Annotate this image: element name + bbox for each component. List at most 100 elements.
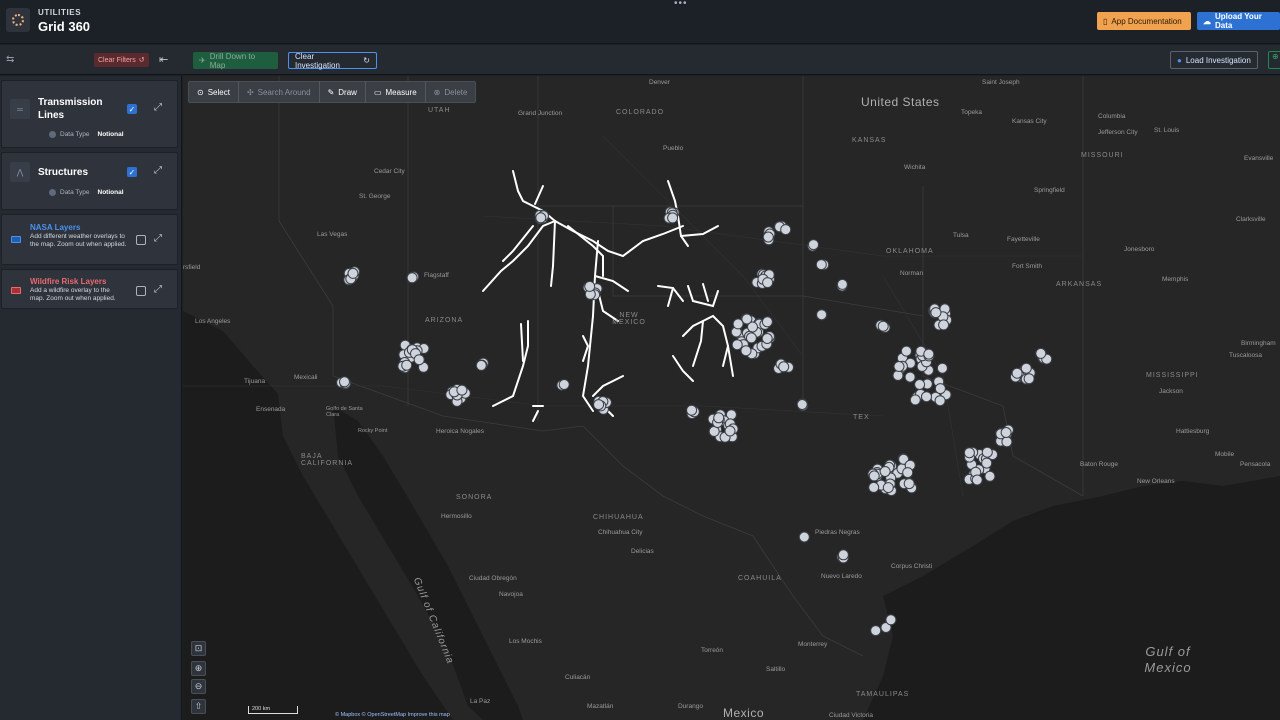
structure-marker-icon[interactable]: [1011, 367, 1023, 379]
save-button[interactable]: ⊕: [1268, 51, 1280, 69]
structure-marker-icon[interactable]: [667, 212, 679, 224]
structure-marker-icon[interactable]: [1001, 436, 1013, 448]
structure-marker-icon[interactable]: [885, 614, 897, 626]
zoom-in-button[interactable]: ⊕: [191, 661, 206, 676]
structure-marker-icon[interactable]: [893, 361, 905, 372]
structure-marker-icon[interactable]: [879, 466, 891, 477]
structure-marker-icon[interactable]: [963, 447, 975, 459]
structure-marker-icon[interactable]: [900, 345, 912, 357]
expand-icon[interactable]: ⤢: [154, 284, 162, 295]
structure-marker-icon[interactable]: [903, 478, 915, 490]
city-st-george: St. George: [359, 193, 391, 200]
structure-marker-icon[interactable]: [558, 379, 570, 390]
structure-marker-icon[interactable]: [1000, 427, 1012, 438]
structure-marker-icon[interactable]: [778, 361, 790, 373]
layer-checkbox[interactable]: [136, 286, 146, 296]
structure-marker-icon[interactable]: [724, 425, 736, 437]
structure-marker-icon[interactable]: [761, 316, 773, 328]
filter-reset-icon[interactable]: ⇆: [6, 54, 14, 65]
collapse-sidebar-icon[interactable]: ⇤: [159, 53, 168, 66]
layer-card-structures: ⋀ Structures ✓ ⤢ Data Type Notional: [1, 152, 178, 210]
structure-marker-icon[interactable]: [877, 320, 889, 332]
layer-checkbox[interactable]: ✓: [127, 167, 137, 177]
expand-icon[interactable]: ⤢: [154, 233, 162, 244]
structure-marker-icon[interactable]: [401, 359, 413, 371]
structure-marker-icon[interactable]: [904, 371, 916, 383]
drill-down-to-map-button[interactable]: ✈ Drill Down to Map: [193, 52, 278, 70]
structure-marker-icon[interactable]: [584, 280, 596, 292]
structure-marker-icon[interactable]: [731, 339, 743, 351]
structure-marker-icon[interactable]: [761, 333, 773, 344]
structure-marker-icon[interactable]: [882, 482, 894, 494]
structure-marker-icon[interactable]: [914, 379, 926, 390]
structure-marker-icon[interactable]: [816, 309, 828, 321]
draw-tool-button[interactable]: ✎ Draw: [320, 81, 366, 103]
structure-marker-icon[interactable]: [921, 391, 932, 403]
structure-marker-icon[interactable]: [339, 376, 350, 388]
structure-marker-icon[interactable]: [1035, 347, 1047, 359]
structure-marker-icon[interactable]: [762, 277, 774, 289]
structure-marker-icon[interactable]: [456, 384, 468, 396]
city-tijuana: Tijuana: [244, 378, 266, 385]
search-around-button[interactable]: ✣ Search Around: [239, 81, 320, 103]
structure-marker-icon[interactable]: [936, 362, 948, 374]
structure-marker-icon[interactable]: [934, 383, 946, 395]
structure-marker-icon[interactable]: [745, 332, 757, 344]
expand-icon[interactable]: ⤢: [154, 165, 162, 176]
city-mazatlan: Mazatlán: [587, 703, 614, 710]
structure-marker-icon[interactable]: [1020, 362, 1032, 374]
structure-marker-icon[interactable]: [741, 313, 753, 325]
structure-marker-icon[interactable]: [535, 212, 547, 224]
structure-marker-icon[interactable]: [762, 231, 774, 243]
structure-marker-icon[interactable]: [981, 446, 993, 458]
clear-filters-button[interactable]: Clear Filters ↺: [94, 53, 149, 67]
structure-marker-icon[interactable]: [984, 470, 996, 482]
structure-marker-icon[interactable]: [837, 549, 849, 561]
structure-marker-icon[interactable]: [347, 267, 359, 279]
structure-marker-icon[interactable]: [868, 481, 880, 493]
load-investigation-button[interactable]: ● Load Investigation: [1170, 51, 1258, 69]
city-clarksville: Clarksville: [1236, 216, 1266, 223]
structure-marker-icon[interactable]: [740, 345, 752, 357]
structure-marker-icon[interactable]: [971, 474, 983, 486]
structure-marker-icon[interactable]: [686, 404, 698, 416]
select-tool-button[interactable]: ⊙ Select: [189, 81, 239, 103]
map-attribution[interactable]: © Mapbox © OpenStreetMap Improve this ma…: [335, 712, 450, 718]
structure-marker-icon[interactable]: [798, 531, 810, 543]
structure-marker-icon[interactable]: [406, 272, 418, 284]
layer-description: Add a wildfire overlay to the map. Zoom …: [30, 287, 116, 302]
structure-marker-icon[interactable]: [934, 395, 946, 407]
structure-marker-icon[interactable]: [413, 354, 425, 366]
drag-handle-icon[interactable]: •••: [674, 0, 688, 9]
structure-marker-icon[interactable]: [808, 239, 819, 251]
map-canvas[interactable]: UTAH COLORADO KANSAS MISSOURI OKLAHOMA A…: [183, 76, 1280, 720]
structure-marker-icon[interactable]: [815, 259, 827, 271]
delete-tool-button[interactable]: ⊗ Delete: [426, 81, 476, 103]
structure-marker-icon[interactable]: [870, 625, 882, 637]
structure-marker-icon[interactable]: [868, 470, 880, 482]
structure-marker-icon[interactable]: [780, 224, 792, 236]
structure-marker-icon[interactable]: [836, 278, 848, 290]
app-documentation-button[interactable]: ▯ App Documentation: [1097, 12, 1191, 30]
fit-bounds-button[interactable]: ⊡: [191, 641, 206, 656]
map-basemap: [183, 76, 1280, 720]
structure-marker-icon[interactable]: [923, 348, 935, 360]
layer-checkbox[interactable]: [136, 235, 146, 245]
structure-marker-icon[interactable]: [902, 467, 914, 479]
structure-marker-icon[interactable]: [475, 359, 487, 371]
structure-marker-icon[interactable]: [938, 319, 950, 331]
zoom-out-button[interactable]: ⊖: [191, 679, 206, 694]
structure-marker-icon[interactable]: [981, 457, 993, 469]
layer-checkbox[interactable]: ✓: [127, 104, 137, 114]
structure-marker-icon[interactable]: [796, 399, 808, 410]
measure-tool-button[interactable]: ▭ Measure: [366, 81, 426, 103]
structure-marker-icon[interactable]: [713, 412, 725, 424]
expand-icon[interactable]: ⤢: [154, 102, 162, 113]
compass-button[interactable]: ⇧: [191, 699, 206, 714]
structure-marker-icon[interactable]: [909, 394, 921, 406]
structure-marker-icon[interactable]: [1023, 373, 1035, 385]
clear-investigation-button[interactable]: Clear Investigation ↻: [288, 52, 377, 70]
structure-marker-icon[interactable]: [593, 399, 605, 411]
upload-data-button[interactable]: ☁ Upload Your Data: [1197, 12, 1280, 30]
structure-marker-icon[interactable]: [930, 307, 942, 319]
